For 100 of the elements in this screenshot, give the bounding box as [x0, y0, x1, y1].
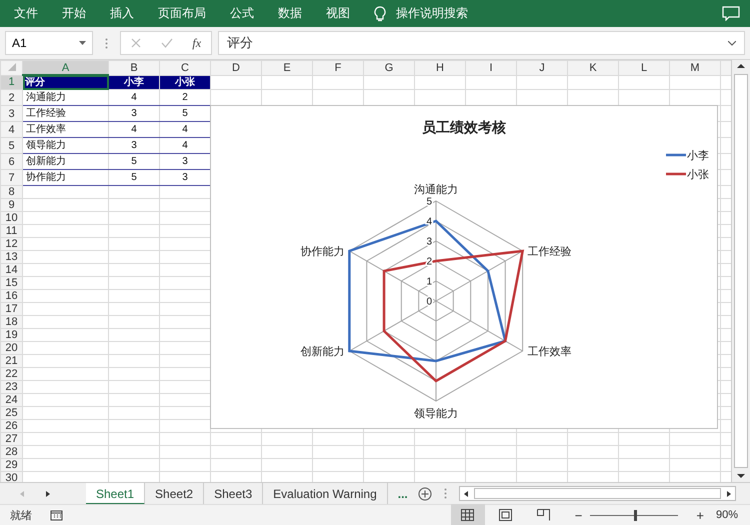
category-label: 工作经验 [528, 246, 572, 258]
zoom-slider[interactable] [590, 510, 678, 520]
table-cell: 领导能力 [22, 138, 108, 154]
ribbon-tab[interactable]: 视图 [326, 5, 350, 22]
row-header[interactable]: 25 [0, 406, 22, 420]
table-cell: 5 [108, 170, 160, 186]
legend-label: 小李 [687, 150, 709, 162]
insert-function-button[interactable]: fx [192, 36, 202, 51]
row-header[interactable]: 13 [0, 250, 22, 264]
row-header[interactable]: 2 [0, 90, 22, 106]
axis-tick-label: 1 [426, 276, 432, 288]
ribbon-tab[interactable]: 插入 [110, 5, 134, 22]
column-header[interactable]: E [262, 60, 312, 75]
page-break-icon [537, 509, 550, 521]
row-header[interactable]: 10 [0, 212, 22, 224]
ribbon-tab[interactable]: 公式 [230, 5, 254, 22]
dropdown-caret-icon [79, 41, 86, 46]
category-label: 领导能力 [414, 408, 458, 420]
category-label: 协作能力 [300, 246, 344, 258]
horizontal-scrollbar[interactable] [458, 486, 736, 501]
column-header[interactable]: A [22, 60, 108, 75]
row-header[interactable]: 22 [0, 368, 22, 380]
column-header[interactable]: M [670, 60, 720, 75]
row-header[interactable]: 7 [0, 170, 22, 186]
zoom-out-button[interactable]: − [574, 508, 582, 522]
row-header[interactable]: 14 [0, 264, 22, 276]
row-header[interactable]: 17 [0, 302, 22, 316]
ribbon-tab[interactable]: 页面布局 [158, 5, 206, 22]
column-header[interactable]: C [160, 60, 210, 75]
column-header[interactable]: F [312, 60, 364, 75]
row-header[interactable]: 1 [0, 75, 22, 90]
add-sheet-icon[interactable] [418, 486, 432, 500]
name-box[interactable]: A1 [5, 31, 93, 56]
column-header[interactable]: L [618, 60, 670, 75]
table-header-cell: 小李 [108, 75, 160, 90]
row-header[interactable]: 26 [0, 420, 22, 432]
row-header[interactable]: 11 [0, 224, 22, 238]
row-header[interactable]: 8 [0, 186, 22, 198]
lightbulb-icon [374, 6, 386, 22]
row-header[interactable]: 18 [0, 316, 22, 328]
row-header[interactable]: 16 [0, 290, 22, 302]
column-header[interactable]: H [414, 60, 466, 75]
more-sheets-button[interactable]: ... [398, 486, 408, 500]
ribbon-tab[interactable]: 文件 [14, 5, 38, 22]
next-sheet-icon[interactable] [44, 490, 52, 498]
normal-view-button[interactable] [450, 504, 485, 525]
tell-me-search[interactable]: 操作说明搜索 [396, 5, 468, 22]
axis-tick-label: 0 [426, 296, 432, 308]
column-header[interactable]: J [516, 60, 568, 75]
table-cell: 3 [108, 106, 160, 122]
row-header[interactable]: 6 [0, 154, 22, 170]
status-text: 就绪 [10, 508, 32, 522]
column-header[interactable]: K [568, 60, 618, 75]
row-header[interactable]: 23 [0, 380, 22, 394]
formula-input[interactable]: 评分 [218, 31, 745, 56]
row-header[interactable]: 3 [0, 106, 22, 122]
legend-line [666, 172, 686, 176]
table-cell: 协作能力 [22, 170, 108, 186]
row-header[interactable]: 15 [0, 276, 22, 290]
grip-icon [444, 488, 447, 499]
axis-tick-label: 3 [426, 236, 432, 248]
row-header[interactable]: 4 [0, 122, 22, 138]
table-cell: 5 [108, 154, 160, 170]
row-header[interactable]: 24 [0, 394, 22, 406]
table-cell: 4 [108, 90, 160, 106]
category-label: 沟通能力 [414, 184, 458, 196]
row-header[interactable]: 28 [0, 446, 22, 458]
column-header[interactable]: D [210, 60, 262, 75]
table-cell: 创新能力 [22, 154, 108, 170]
row-header[interactable]: 9 [0, 198, 22, 212]
zoom-level[interactable]: 90% [716, 509, 738, 521]
category-label: 创新能力 [300, 346, 344, 358]
row-header[interactable]: 20 [0, 342, 22, 354]
row-header[interactable]: 5 [0, 138, 22, 154]
zoom-in-button[interactable]: + [696, 508, 704, 522]
sheet-tab[interactable]: Sheet1 [86, 482, 146, 504]
row-header[interactable]: 12 [0, 238, 22, 250]
check-icon[interactable] [160, 38, 173, 48]
column-header[interactable]: I [466, 60, 516, 75]
category-label: 工作效率 [528, 346, 572, 358]
zoom-slider-thumb[interactable] [634, 510, 638, 520]
ribbon-tab[interactable]: 数据 [278, 5, 302, 22]
row-header[interactable]: 29 [0, 458, 22, 472]
table-cell: 工作经验 [22, 106, 108, 122]
row-header[interactable]: 21 [0, 354, 22, 368]
row-header[interactable]: 27 [0, 432, 22, 446]
row-header[interactable]: 30 [0, 472, 22, 482]
page-icon [499, 509, 512, 521]
comment-icon[interactable] [722, 6, 740, 22]
table-cell: 工作效率 [22, 122, 108, 138]
table-cell: 沟通能力 [22, 90, 108, 106]
column-header[interactable]: G [364, 60, 414, 75]
legend-label: 小张 [687, 169, 709, 181]
vertical-scrollbar[interactable] [731, 60, 750, 482]
ribbon-tab[interactable]: 开始 [62, 5, 86, 22]
record-macro-icon[interactable] [50, 509, 63, 521]
table-cell: 3 [108, 138, 160, 154]
row-header[interactable]: 19 [0, 328, 22, 342]
grid-icon [461, 509, 474, 521]
column-header[interactable]: B [108, 60, 160, 75]
